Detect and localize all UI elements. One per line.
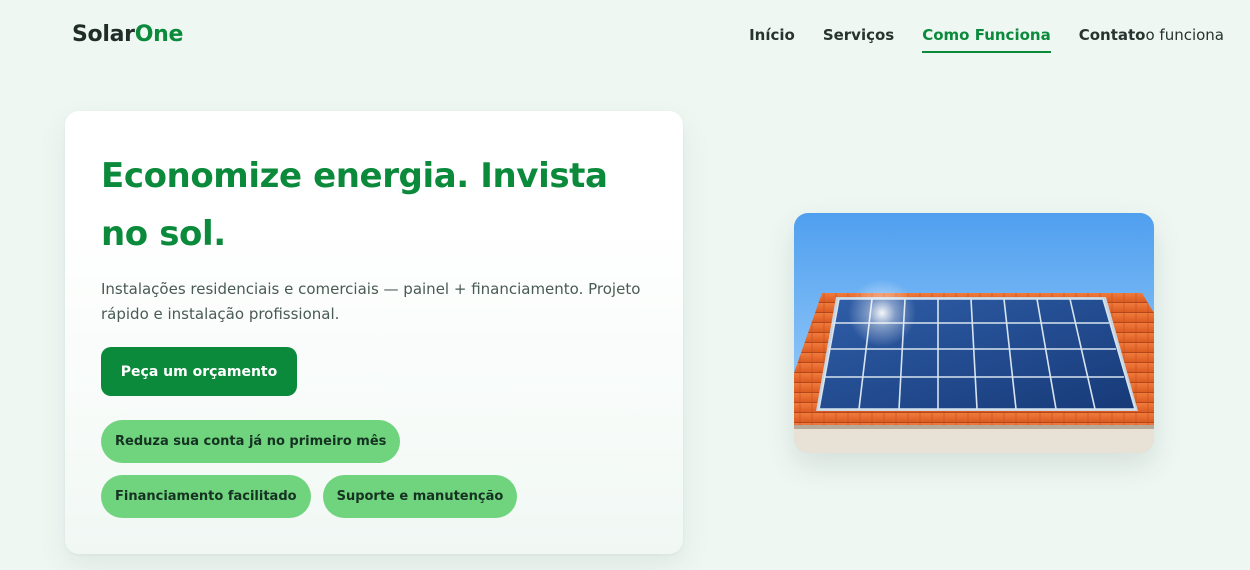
logo-text-one: One bbox=[134, 22, 184, 47]
main-nav: Início Serviços Como Funciona Contatoo f… bbox=[749, 26, 1224, 53]
nav-link-contato-label: Contato bbox=[1078, 26, 1146, 44]
request-quote-button[interactable]: Peça um orçamento bbox=[101, 347, 297, 396]
nav-link-contato[interactable]: Contatoo funciona bbox=[1079, 26, 1224, 51]
logo-text-solar: Solar bbox=[72, 22, 135, 47]
hero-card: Economize energia. Invista no sol. Insta… bbox=[65, 111, 683, 554]
solar-panel-roof-icon bbox=[794, 213, 1154, 453]
nav-link-servicos[interactable]: Serviços bbox=[823, 26, 894, 51]
feature-chip-financing: Financiamento facilitado bbox=[101, 475, 311, 518]
feature-chips: Reduza sua conta já no primeiro mês Fina… bbox=[101, 420, 621, 518]
feature-chip-reduce-bill: Reduza sua conta já no primeiro mês bbox=[101, 420, 401, 463]
nav-link-inicio[interactable]: Início bbox=[749, 26, 795, 51]
logo[interactable]: SolarOne bbox=[72, 22, 183, 47]
hero-description: Instalações residenciais e comerciais — … bbox=[101, 280, 641, 323]
nav-link-como-funciona[interactable]: Como Funciona bbox=[922, 26, 1051, 53]
hero-title: Economize energia. Invista no sol. bbox=[101, 156, 608, 254]
nav-link-contato-overlap-text: o funciona bbox=[1145, 26, 1224, 44]
site-header: SolarOne Início Serviços Como Funciona C… bbox=[0, 0, 1250, 72]
solar-panel-roof-image bbox=[794, 213, 1154, 453]
feature-chip-support: Suporte e manutenção bbox=[322, 475, 518, 518]
